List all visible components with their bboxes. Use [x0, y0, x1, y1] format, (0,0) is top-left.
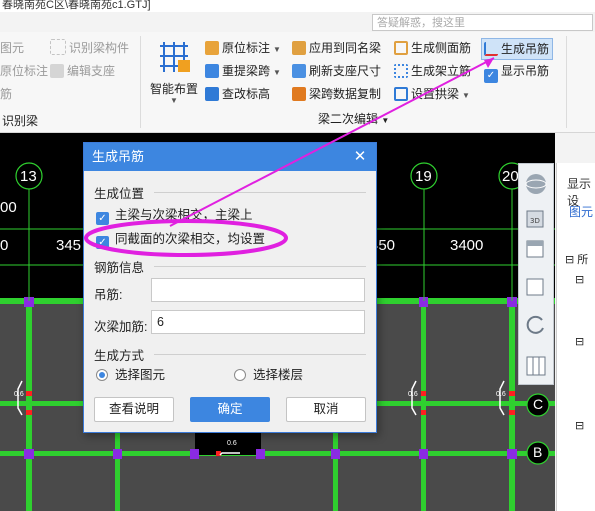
- annotation-overlay: [84, 57, 495, 257]
- highlight-ellipse: [84, 219, 288, 257]
- arrow-head-icon: [484, 58, 494, 68]
- annotation-arrow-line: [169, 57, 495, 227]
